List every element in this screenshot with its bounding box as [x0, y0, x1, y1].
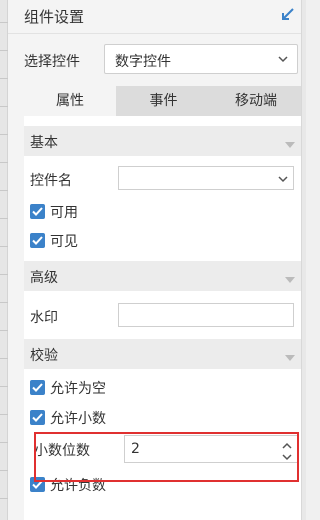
widget-settings-panel: 组件设置 选择控件 数字控件 属性 事件 移动端 基本 控件名 可用 可见 高级…: [8, 0, 301, 520]
widget-name-label: 控件名: [30, 173, 72, 189]
enabled-checkbox[interactable]: [30, 204, 45, 219]
section-basic-header[interactable]: 基本: [24, 126, 301, 156]
select-control-label: 选择控件: [24, 54, 80, 70]
allow-negative-checkbox[interactable]: [30, 477, 45, 492]
select-control-value: 数字控件: [115, 54, 171, 70]
visible-checkbox[interactable]: [30, 233, 45, 248]
watermark-input[interactable]: [118, 303, 294, 327]
allow-decimal-label: 允许小数: [50, 411, 106, 427]
spinner-up-icon[interactable]: [281, 439, 293, 449]
section-validation-title: 校验: [30, 348, 58, 364]
chevron-down-icon: [277, 173, 289, 185]
decimal-places-value: 2: [131, 441, 140, 457]
right-scroll-strip: [301, 0, 306, 520]
allow-negative-label: 允许负数: [50, 478, 106, 494]
tab-events[interactable]: 事件: [116, 86, 211, 116]
section-advanced-header[interactable]: 高级: [24, 261, 301, 291]
chevron-down-icon: [277, 53, 289, 65]
panel-header: 组件设置: [8, 0, 301, 34]
collapse-arrow-icon[interactable]: [279, 6, 297, 24]
select-control-dropdown[interactable]: 数字控件: [104, 44, 298, 74]
caret-down-icon: [285, 272, 295, 283]
watermark-label: 水印: [30, 310, 58, 326]
widget-name-combo[interactable]: [118, 166, 294, 190]
enabled-label: 可用: [50, 205, 78, 221]
decimal-places-row: 小数位数 2: [32, 435, 298, 463]
section-validation-header[interactable]: 校验: [24, 339, 301, 369]
caret-down-icon: [285, 350, 295, 361]
spinner-down-icon[interactable]: [281, 450, 293, 461]
select-control-row: 选择控件 数字控件: [8, 44, 301, 76]
panel-title: 组件设置: [24, 8, 85, 26]
section-basic-title: 基本: [30, 135, 58, 151]
tab-properties[interactable]: 属性: [24, 86, 116, 116]
panel-tabs: 属性 事件 移动端: [24, 86, 301, 116]
section-advanced-title: 高级: [30, 270, 58, 286]
allow-empty-label: 允许为空: [50, 381, 106, 397]
allow-empty-checkbox[interactable]: [30, 380, 45, 395]
decimal-places-label: 小数位数: [34, 443, 90, 459]
tab-mobile[interactable]: 移动端: [211, 86, 301, 116]
visible-label: 可见: [50, 234, 78, 250]
left-gutter: [0, 0, 8, 520]
caret-down-icon: [285, 137, 295, 148]
allow-decimal-checkbox[interactable]: [30, 410, 45, 425]
decimal-places-spinner[interactable]: 2: [124, 435, 298, 463]
